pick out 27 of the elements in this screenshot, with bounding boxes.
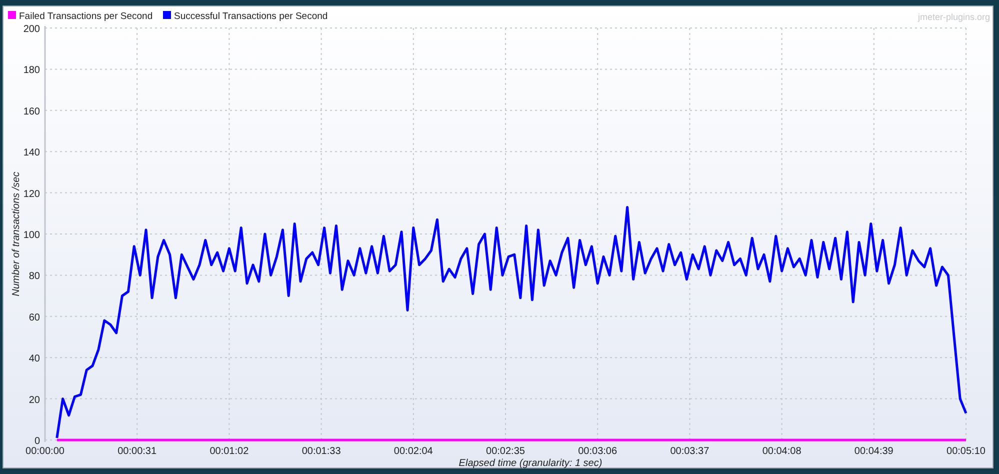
- x-tick-label: 00:01:02: [210, 446, 249, 457]
- legend-label: Failed Transactions per Second: [19, 11, 153, 22]
- y-tick-label: 200: [23, 24, 40, 35]
- x-tick-label: 00:02:35: [486, 446, 525, 457]
- y-tick-label: 100: [23, 230, 40, 241]
- y-tick-label: 40: [28, 354, 40, 365]
- y-tick-label: 140: [23, 148, 40, 159]
- x-tick-label: 00:03:06: [578, 446, 618, 457]
- y-tick-label: 20: [28, 394, 40, 406]
- x-tick-label: 00:05:10: [946, 446, 986, 457]
- x-tick-label: 00:03:37: [670, 446, 710, 457]
- x-axis-title: Elapsed time (granularity: 1 sec): [458, 458, 602, 469]
- x-tick-label: 00:01:33: [302, 446, 341, 457]
- y-tick-label: 180: [23, 65, 40, 76]
- x-tick-label: 00:02:04: [394, 446, 433, 457]
- y-tick-label: 0: [34, 436, 40, 447]
- legend-label: Successful Transactions per Second: [174, 11, 328, 22]
- y-tick-label: 80: [28, 271, 40, 282]
- x-tick-label: 00:00:00: [26, 446, 64, 457]
- y-tick-label: 120: [23, 188, 40, 200]
- y-tick-label: 60: [28, 312, 40, 324]
- brand-label: jmeter-plugins.org: [918, 12, 990, 22]
- x-tick-label: 00:04:39: [854, 446, 894, 457]
- y-axis-title: Number of transactions /sec: [11, 172, 22, 296]
- x-tick-label: 00:04:08: [762, 446, 802, 457]
- x-tick-label: 00:00:31: [118, 446, 157, 457]
- y-tick-label: 160: [23, 106, 40, 118]
